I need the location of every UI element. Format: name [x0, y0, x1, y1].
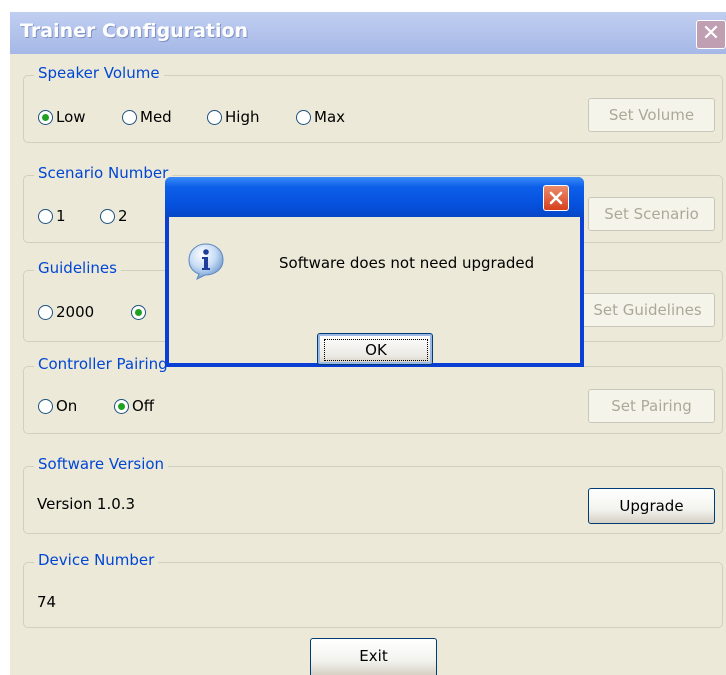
radio-indicator: [114, 398, 129, 414]
device-number-group: Device Number 74: [23, 551, 723, 628]
device-number-value: 74: [37, 593, 57, 611]
controller-pairing-group: Controller Pairing On Off Set Pairing: [23, 355, 723, 434]
message-box-title-bar: [165, 177, 584, 217]
message-box: Software does not need upgraded OK: [165, 177, 584, 367]
radio-pairing-off[interactable]: Off: [114, 396, 154, 416]
radio-pairing-on[interactable]: On: [38, 396, 77, 416]
close-icon[interactable]: [543, 185, 569, 211]
radio-indicator: [207, 109, 222, 125]
ok-button-label: OK: [324, 339, 428, 361]
radio-scenario-2[interactable]: 2: [100, 206, 128, 226]
controller-pairing-legend: Controller Pairing: [34, 355, 172, 373]
message-box-body: Software does not need upgraded OK: [169, 217, 580, 365]
software-version-value: Version 1.0.3: [37, 495, 136, 513]
radio-guidelines-2000[interactable]: 2000: [38, 302, 94, 322]
radio-volume-high[interactable]: High: [207, 107, 259, 127]
radio-indicator: [38, 398, 53, 414]
speaker-volume-legend: Speaker Volume: [34, 64, 164, 82]
info-icon: [188, 243, 224, 280]
ok-button[interactable]: OK: [317, 333, 433, 365]
radio-indicator: [122, 109, 137, 125]
set-guidelines-button[interactable]: Set Guidelines: [580, 293, 715, 327]
window-title: Trainer Configuration: [20, 20, 249, 42]
radio-volume-max[interactable]: Max: [296, 107, 345, 127]
set-scenario-button[interactable]: Set Scenario: [588, 197, 715, 231]
speaker-volume-group: Speaker Volume Low Med High Max Set Volu…: [23, 64, 723, 143]
radio-scenario-1[interactable]: 1: [38, 206, 66, 226]
radio-indicator: [38, 304, 53, 320]
radio-indicator: [38, 109, 53, 125]
software-version-legend: Software Version: [34, 455, 169, 473]
scenario-number-legend: Scenario Number: [34, 164, 173, 182]
set-pairing-button[interactable]: Set Pairing: [588, 389, 715, 423]
radio-indicator: [100, 208, 115, 224]
software-version-group: Software Version Version 1.0.3 Upgrade: [23, 455, 723, 534]
device-number-legend: Device Number: [34, 551, 159, 569]
radio-indicator: [131, 304, 146, 320]
radio-guidelines-selected[interactable]: [131, 302, 149, 322]
message-text: Software does not need upgraded: [279, 254, 535, 272]
close-x-glyph: [549, 191, 563, 205]
trainer-configuration-window: Trainer Configuration ✕ Speaker Volume L…: [10, 12, 726, 675]
set-volume-button[interactable]: Set Volume: [588, 98, 715, 132]
radio-indicator: [296, 109, 311, 125]
close-icon[interactable]: ✕: [696, 20, 726, 49]
radio-volume-low[interactable]: Low: [38, 107, 86, 127]
upgrade-button[interactable]: Upgrade: [588, 488, 715, 524]
title-bar: Trainer Configuration ✕: [10, 12, 726, 54]
radio-indicator: [38, 208, 53, 224]
exit-button[interactable]: Exit: [310, 638, 437, 675]
guidelines-legend: Guidelines: [34, 259, 121, 277]
radio-volume-med[interactable]: Med: [122, 107, 172, 127]
